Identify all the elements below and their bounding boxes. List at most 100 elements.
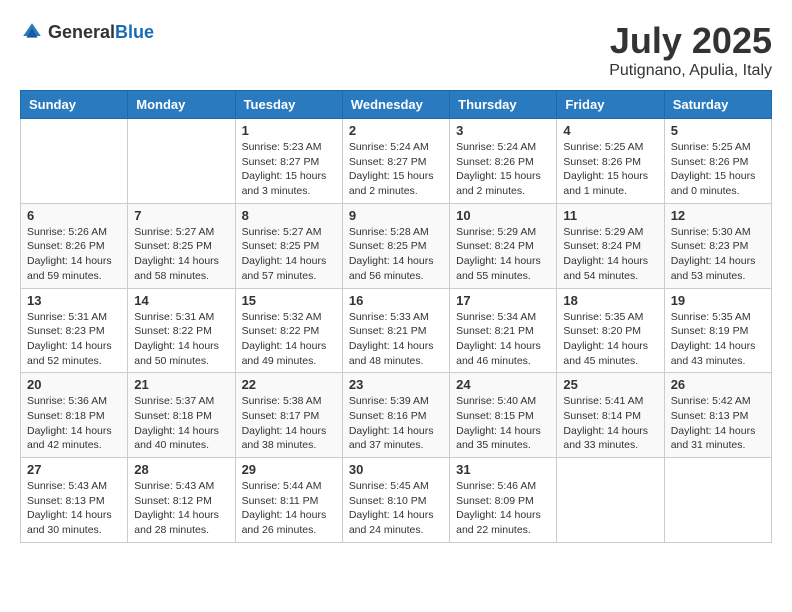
calendar-cell: 9 Sunrise: 5:28 AMSunset: 8:25 PMDayligh…	[342, 203, 449, 288]
calendar-cell	[557, 458, 664, 543]
day-number: 15	[242, 293, 336, 308]
header-sunday: Sunday	[21, 91, 128, 119]
calendar-cell: 24 Sunrise: 5:40 AMSunset: 8:15 PMDaylig…	[450, 373, 557, 458]
calendar-cell: 5 Sunrise: 5:25 AMSunset: 8:26 PMDayligh…	[664, 119, 771, 204]
calendar-cell: 21 Sunrise: 5:37 AMSunset: 8:18 PMDaylig…	[128, 373, 235, 458]
day-number: 18	[563, 293, 657, 308]
calendar-cell: 23 Sunrise: 5:39 AMSunset: 8:16 PMDaylig…	[342, 373, 449, 458]
logo-text: GeneralBlue	[48, 22, 154, 43]
day-number: 21	[134, 377, 228, 392]
calendar-cell	[21, 119, 128, 204]
calendar-cell: 7 Sunrise: 5:27 AMSunset: 8:25 PMDayligh…	[128, 203, 235, 288]
day-detail: Sunrise: 5:35 AMSunset: 8:19 PMDaylight:…	[671, 311, 756, 367]
day-detail: Sunrise: 5:38 AMSunset: 8:17 PMDaylight:…	[242, 395, 327, 451]
day-detail: Sunrise: 5:43 AMSunset: 8:12 PMDaylight:…	[134, 480, 219, 536]
calendar-cell: 27 Sunrise: 5:43 AMSunset: 8:13 PMDaylig…	[21, 458, 128, 543]
day-detail: Sunrise: 5:33 AMSunset: 8:21 PMDaylight:…	[349, 311, 434, 367]
day-detail: Sunrise: 5:25 AMSunset: 8:26 PMDaylight:…	[563, 141, 648, 197]
calendar-cell: 15 Sunrise: 5:32 AMSunset: 8:22 PMDaylig…	[235, 288, 342, 373]
calendar-week-row: 13 Sunrise: 5:31 AMSunset: 8:23 PMDaylig…	[21, 288, 772, 373]
calendar-cell: 17 Sunrise: 5:34 AMSunset: 8:21 PMDaylig…	[450, 288, 557, 373]
day-detail: Sunrise: 5:27 AMSunset: 8:25 PMDaylight:…	[134, 226, 219, 282]
day-number: 2	[349, 123, 443, 138]
month-year-title: July 2025	[609, 20, 772, 62]
calendar-cell: 30 Sunrise: 5:45 AMSunset: 8:10 PMDaylig…	[342, 458, 449, 543]
calendar-cell: 26 Sunrise: 5:42 AMSunset: 8:13 PMDaylig…	[664, 373, 771, 458]
day-detail: Sunrise: 5:44 AMSunset: 8:11 PMDaylight:…	[242, 480, 327, 536]
day-detail: Sunrise: 5:31 AMSunset: 8:23 PMDaylight:…	[27, 311, 112, 367]
title-block: July 2025 Putignano, Apulia, Italy	[609, 20, 772, 80]
calendar-cell: 16 Sunrise: 5:33 AMSunset: 8:21 PMDaylig…	[342, 288, 449, 373]
day-detail: Sunrise: 5:24 AMSunset: 8:26 PMDaylight:…	[456, 141, 541, 197]
day-number: 27	[27, 462, 121, 477]
calendar-cell: 28 Sunrise: 5:43 AMSunset: 8:12 PMDaylig…	[128, 458, 235, 543]
day-number: 17	[456, 293, 550, 308]
day-number: 24	[456, 377, 550, 392]
day-detail: Sunrise: 5:29 AMSunset: 8:24 PMDaylight:…	[563, 226, 648, 282]
day-detail: Sunrise: 5:25 AMSunset: 8:26 PMDaylight:…	[671, 141, 756, 197]
calendar-cell: 31 Sunrise: 5:46 AMSunset: 8:09 PMDaylig…	[450, 458, 557, 543]
day-number: 19	[671, 293, 765, 308]
calendar-cell: 8 Sunrise: 5:27 AMSunset: 8:25 PMDayligh…	[235, 203, 342, 288]
day-number: 31	[456, 462, 550, 477]
calendar-cell: 13 Sunrise: 5:31 AMSunset: 8:23 PMDaylig…	[21, 288, 128, 373]
logo: GeneralBlue	[20, 20, 154, 44]
day-number: 26	[671, 377, 765, 392]
location-subtitle: Putignano, Apulia, Italy	[609, 62, 772, 80]
day-number: 3	[456, 123, 550, 138]
day-number: 5	[671, 123, 765, 138]
calendar-cell	[664, 458, 771, 543]
day-number: 23	[349, 377, 443, 392]
day-detail: Sunrise: 5:41 AMSunset: 8:14 PMDaylight:…	[563, 395, 648, 451]
day-detail: Sunrise: 5:36 AMSunset: 8:18 PMDaylight:…	[27, 395, 112, 451]
day-detail: Sunrise: 5:35 AMSunset: 8:20 PMDaylight:…	[563, 311, 648, 367]
day-detail: Sunrise: 5:40 AMSunset: 8:15 PMDaylight:…	[456, 395, 541, 451]
day-detail: Sunrise: 5:45 AMSunset: 8:10 PMDaylight:…	[349, 480, 434, 536]
day-detail: Sunrise: 5:27 AMSunset: 8:25 PMDaylight:…	[242, 226, 327, 282]
page-header: GeneralBlue July 2025 Putignano, Apulia,…	[20, 20, 772, 80]
header-friday: Friday	[557, 91, 664, 119]
calendar-week-row: 1 Sunrise: 5:23 AMSunset: 8:27 PMDayligh…	[21, 119, 772, 204]
calendar-cell: 2 Sunrise: 5:24 AMSunset: 8:27 PMDayligh…	[342, 119, 449, 204]
day-number: 29	[242, 462, 336, 477]
day-number: 25	[563, 377, 657, 392]
header-thursday: Thursday	[450, 91, 557, 119]
day-detail: Sunrise: 5:28 AMSunset: 8:25 PMDaylight:…	[349, 226, 434, 282]
day-number: 1	[242, 123, 336, 138]
header-monday: Monday	[128, 91, 235, 119]
day-number: 12	[671, 208, 765, 223]
day-number: 22	[242, 377, 336, 392]
day-detail: Sunrise: 5:31 AMSunset: 8:22 PMDaylight:…	[134, 311, 219, 367]
day-detail: Sunrise: 5:29 AMSunset: 8:24 PMDaylight:…	[456, 226, 541, 282]
day-detail: Sunrise: 5:39 AMSunset: 8:16 PMDaylight:…	[349, 395, 434, 451]
header-saturday: Saturday	[664, 91, 771, 119]
calendar-week-row: 27 Sunrise: 5:43 AMSunset: 8:13 PMDaylig…	[21, 458, 772, 543]
day-number: 6	[27, 208, 121, 223]
day-number: 20	[27, 377, 121, 392]
calendar-cell: 14 Sunrise: 5:31 AMSunset: 8:22 PMDaylig…	[128, 288, 235, 373]
calendar-cell: 11 Sunrise: 5:29 AMSunset: 8:24 PMDaylig…	[557, 203, 664, 288]
header-wednesday: Wednesday	[342, 91, 449, 119]
day-number: 16	[349, 293, 443, 308]
calendar-cell: 12 Sunrise: 5:30 AMSunset: 8:23 PMDaylig…	[664, 203, 771, 288]
day-number: 8	[242, 208, 336, 223]
day-detail: Sunrise: 5:43 AMSunset: 8:13 PMDaylight:…	[27, 480, 112, 536]
calendar-cell: 19 Sunrise: 5:35 AMSunset: 8:19 PMDaylig…	[664, 288, 771, 373]
header-tuesday: Tuesday	[235, 91, 342, 119]
day-number: 11	[563, 208, 657, 223]
day-number: 30	[349, 462, 443, 477]
day-detail: Sunrise: 5:32 AMSunset: 8:22 PMDaylight:…	[242, 311, 327, 367]
calendar-cell: 3 Sunrise: 5:24 AMSunset: 8:26 PMDayligh…	[450, 119, 557, 204]
day-detail: Sunrise: 5:46 AMSunset: 8:09 PMDaylight:…	[456, 480, 541, 536]
day-detail: Sunrise: 5:24 AMSunset: 8:27 PMDaylight:…	[349, 141, 434, 197]
day-detail: Sunrise: 5:30 AMSunset: 8:23 PMDaylight:…	[671, 226, 756, 282]
calendar-cell	[128, 119, 235, 204]
day-number: 28	[134, 462, 228, 477]
day-number: 13	[27, 293, 121, 308]
day-number: 9	[349, 208, 443, 223]
calendar-cell: 6 Sunrise: 5:26 AMSunset: 8:26 PMDayligh…	[21, 203, 128, 288]
calendar-cell: 29 Sunrise: 5:44 AMSunset: 8:11 PMDaylig…	[235, 458, 342, 543]
day-number: 7	[134, 208, 228, 223]
calendar-cell: 22 Sunrise: 5:38 AMSunset: 8:17 PMDaylig…	[235, 373, 342, 458]
calendar-cell: 4 Sunrise: 5:25 AMSunset: 8:26 PMDayligh…	[557, 119, 664, 204]
